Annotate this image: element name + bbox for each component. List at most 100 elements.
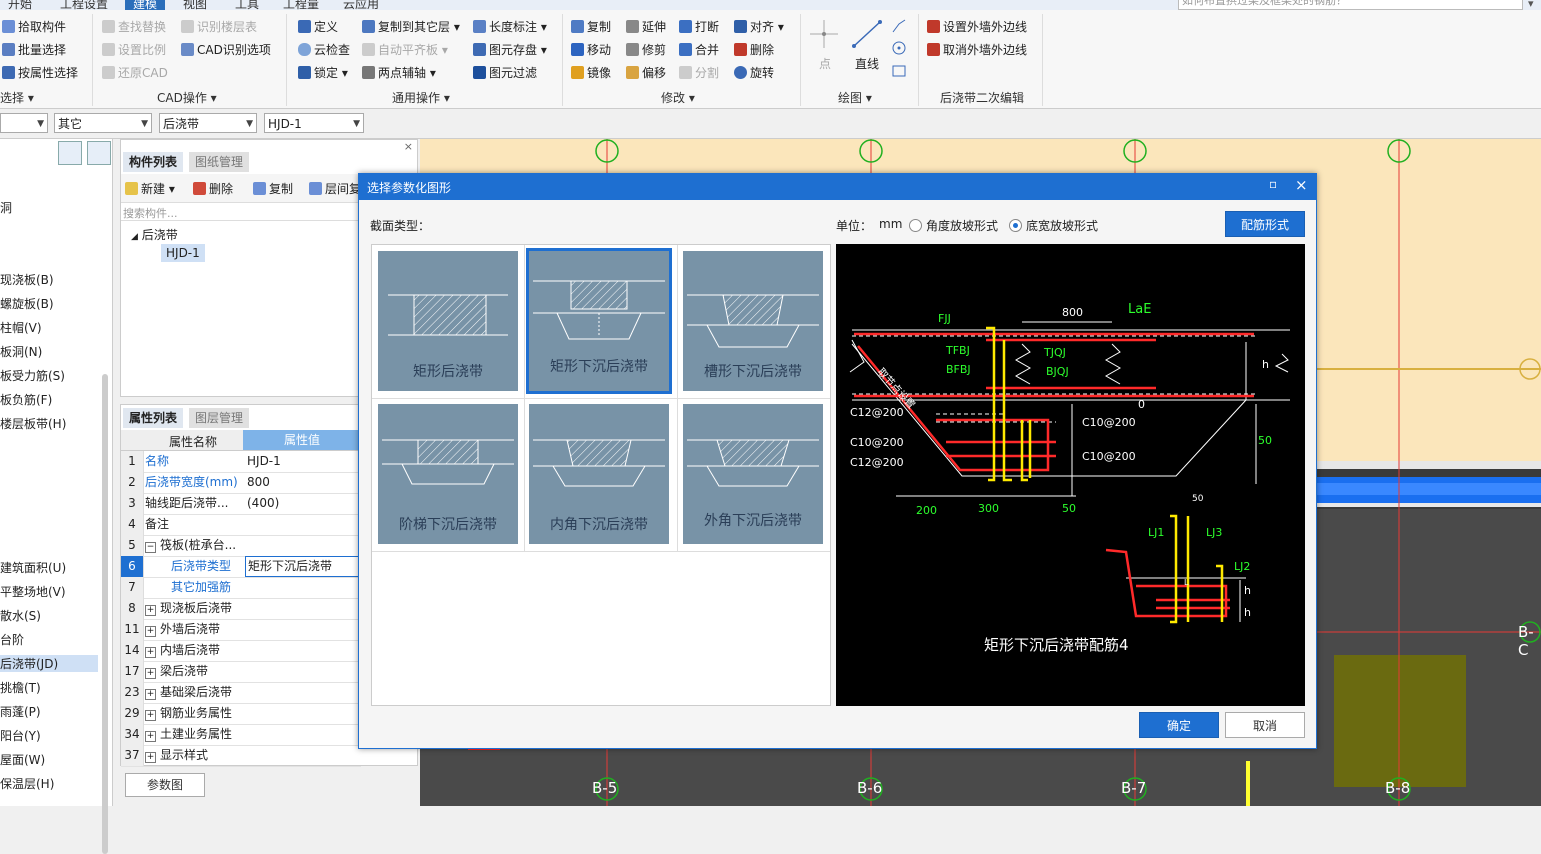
collapse-icon[interactable]: − <box>145 542 156 553</box>
two-point-axis-button[interactable]: 两点辅轴 ▾ <box>362 64 436 81</box>
save-element-button[interactable]: 图元存盘 ▾ <box>473 41 547 58</box>
nav-item[interactable]: 螺旋板(B) <box>0 295 54 312</box>
tab-cloud[interactable]: 云应用 <box>343 0 379 10</box>
find-replace-button[interactable]: 查找替换 <box>102 18 166 35</box>
cancel-outer-wall-button[interactable]: 取消外墙外边线 <box>927 41 1027 58</box>
radio-width-slope[interactable]: 底宽放坡形式 <box>1009 217 1098 234</box>
tree-root[interactable]: ◢ 后浇带 <box>131 226 178 243</box>
expand-icon[interactable]: + <box>145 731 156 742</box>
component-combo[interactable]: HJD-1 ▼ <box>264 113 364 133</box>
tab-quantity[interactable]: 工程量 <box>283 0 319 10</box>
tab-drawing-management[interactable]: 图纸管理 <box>189 152 250 172</box>
select-by-attr-button[interactable]: 按属性选择 <box>2 64 78 81</box>
nav-item[interactable]: 板受力筋(S) <box>0 367 65 384</box>
expand-icon[interactable]: + <box>145 710 156 721</box>
tab-project-settings[interactable]: 工程设置 <box>60 0 108 10</box>
maximize-icon[interactable]: ▫ <box>1269 177 1277 191</box>
radio-angle-slope[interactable]: 角度放坡形式 <box>909 217 998 234</box>
nav-item[interactable]: 屋面(W) <box>0 751 45 768</box>
property-row[interactable]: 17 + 梁后浇带 <box>121 661 361 683</box>
property-row[interactable]: 29 + 钢筋业务属性 <box>121 703 361 725</box>
define-button[interactable]: 定义 <box>298 18 338 35</box>
nav-item[interactable]: 板洞(N) <box>0 343 42 360</box>
identify-floor-table-button[interactable]: 识别楼层表 <box>181 18 257 35</box>
shape-inner-corner-sunken[interactable]: 内角下沉后浇带 <box>529 404 669 544</box>
nav-item[interactable]: 板负筋(F) <box>0 391 52 408</box>
property-row[interactable]: 37 + 显示样式 <box>121 745 361 767</box>
line-draw-icon[interactable] <box>850 18 884 50</box>
expand-icon[interactable]: + <box>145 689 156 700</box>
shape-trough-sunken[interactable]: 槽形下沉后浇带 <box>683 251 823 391</box>
tab-view[interactable]: 视图 <box>183 0 207 10</box>
property-row[interactable]: 4 备注 <box>121 514 361 536</box>
copy-between-layers-button[interactable]: 层间复 <box>309 180 361 197</box>
nav-item[interactable]: 平整场地(V) <box>0 583 66 600</box>
property-row[interactable]: 3 轴线距后浇带... (400) <box>121 493 361 515</box>
nav-item[interactable]: 雨蓬(P) <box>0 703 41 720</box>
close-icon[interactable]: × <box>1295 176 1308 194</box>
property-row[interactable]: 11 + 外墙后浇带 <box>121 619 361 641</box>
rotate-button[interactable]: 旋转 <box>734 64 774 81</box>
tab-property-list[interactable]: 属性列表 <box>123 408 184 428</box>
close-icon[interactable]: × <box>404 140 413 153</box>
length-dim-button[interactable]: 长度标注 ▾ <box>473 18 547 35</box>
expand-icon[interactable]: + <box>145 668 156 679</box>
trim-button[interactable]: 修剪 <box>626 41 666 58</box>
line-label[interactable]: 直线 <box>855 55 879 72</box>
property-row[interactable]: 6 后浇带类型 矩形下沉后浇带 <box>121 556 363 578</box>
property-value[interactable]: (400) <box>245 493 361 514</box>
cad-options-button[interactable]: CAD识别选项 <box>181 41 271 58</box>
property-row[interactable]: 2 后浇带宽度(mm) 800 <box>121 472 361 494</box>
property-row[interactable]: 23 + 基础梁后浇带 <box>121 682 361 704</box>
param-diagram-button[interactable]: 参数图 <box>125 773 205 797</box>
copy-button[interactable]: 复制 <box>571 18 611 35</box>
element-filter-button[interactable]: 图元过滤 <box>473 64 537 81</box>
shape-rect-sunken[interactable]: 矩形下沉后浇带 <box>526 248 672 394</box>
offset-button[interactable]: 偏移 <box>626 64 666 81</box>
ok-button[interactable]: 确定 <box>1139 712 1219 738</box>
common-group-label[interactable]: 通用操作 ▾ <box>392 89 450 106</box>
move-button[interactable]: 移动 <box>571 41 611 58</box>
tab-start[interactable]: 开始 <box>8 0 32 10</box>
nav-item[interactable]: 后浇带(JD) <box>0 655 98 672</box>
tab-modeling[interactable]: 建模 <box>125 0 166 10</box>
nav-item[interactable]: 建筑面积(U) <box>0 559 66 576</box>
dropdown-icon[interactable]: ▾ <box>1528 0 1534 10</box>
merge-button[interactable]: 合并 <box>679 41 719 58</box>
nav-item[interactable]: 台阶 <box>0 631 24 648</box>
delete-button[interactable]: 删除 <box>734 41 774 58</box>
nav-item[interactable]: 现浇板(B) <box>0 271 54 288</box>
category-combo[interactable]: 其它 ▼ <box>54 113 152 133</box>
nav-item[interactable]: 柱帽(V) <box>0 319 42 336</box>
property-value[interactable]: 矩形下沉后浇带 <box>245 556 363 577</box>
tab-component-list[interactable]: 构件列表 <box>123 152 184 172</box>
tree-item-hjd1[interactable]: HJD-1 <box>161 244 205 262</box>
nav-item[interactable]: 散水(S) <box>0 607 41 624</box>
rebar-form-button[interactable]: 配筋形式 <box>1225 211 1305 237</box>
tab-tools[interactable]: 工具 <box>235 0 259 10</box>
copy-to-other-layer-button[interactable]: 复制到其它层 ▾ <box>362 18 460 35</box>
delete-component-button[interactable]: 删除 <box>193 180 233 197</box>
property-row[interactable]: 14 + 内墙后浇带 <box>121 640 361 662</box>
nav-item[interactable]: 阳台(Y) <box>0 727 41 744</box>
draw-group-label[interactable]: 绘图 ▾ <box>838 89 872 106</box>
point-label[interactable]: 点 <box>819 55 831 72</box>
align-button[interactable]: 对齐 ▾ <box>734 18 784 35</box>
expand-icon[interactable]: + <box>145 605 156 616</box>
nav-item[interactable]: 洞 <box>0 199 12 216</box>
property-row[interactable]: 34 + 土建业务属性 <box>121 724 361 746</box>
property-row[interactable]: 1 名称 HJD-1 <box>121 451 361 473</box>
split-button[interactable]: 分割 <box>679 64 719 81</box>
batch-select-button[interactable]: 批量选择 <box>2 41 66 58</box>
copy-component-button[interactable]: 复制 <box>253 180 293 197</box>
break-button[interactable]: 打断 <box>679 18 719 35</box>
component-search-input[interactable]: 搜索构件... <box>123 205 178 221</box>
lock-button[interactable]: 锁定 ▾ <box>298 64 348 81</box>
grid-view-icon[interactable] <box>87 141 111 165</box>
scrollbar[interactable] <box>102 374 108 854</box>
select-group-label[interactable]: 选择 ▾ <box>0 89 34 106</box>
extend-button[interactable]: 延伸 <box>626 18 666 35</box>
property-value[interactable]: HJD-1 <box>245 451 361 472</box>
cad-group-label[interactable]: CAD操作 ▾ <box>157 89 217 106</box>
restore-cad-button[interactable]: 还原CAD <box>102 64 168 81</box>
